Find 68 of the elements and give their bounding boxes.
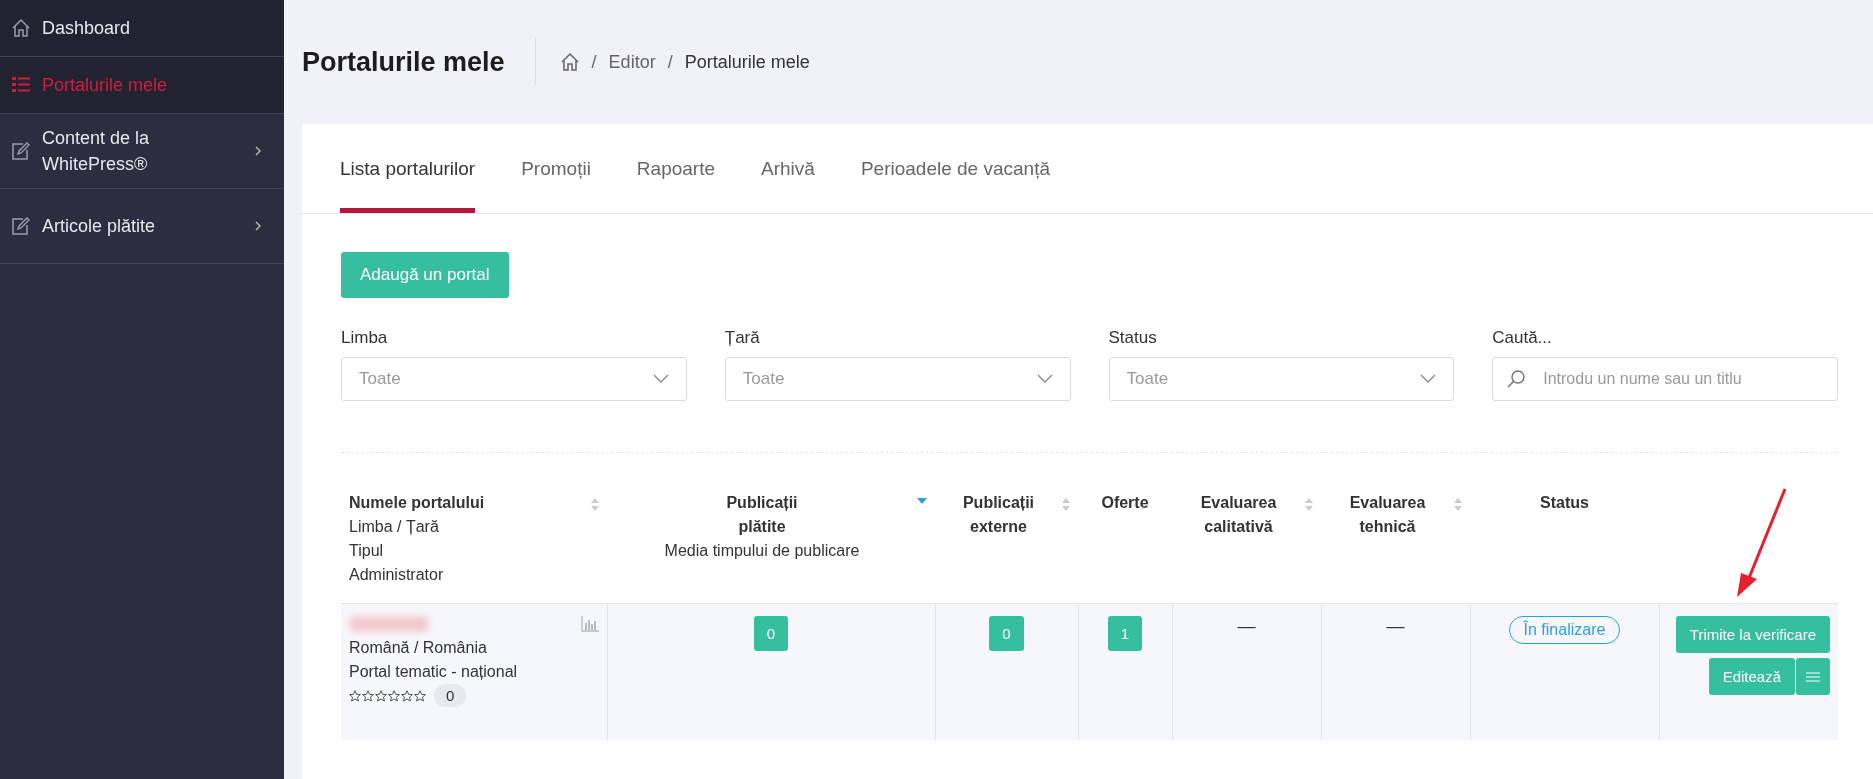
tab[interactable]: Perioadele de vacanță: [860, 124, 1050, 213]
home-icon[interactable]: [559, 52, 580, 72]
sort-icon[interactable]: [1305, 498, 1313, 511]
select-field[interactable]: Toate: [341, 357, 687, 401]
select-field[interactable]: Toate: [724, 357, 1071, 401]
sort-descending-icon[interactable]: [917, 498, 927, 504]
page-title: Portalurile mele: [302, 38, 536, 86]
edit-icon: [10, 215, 32, 237]
sort-icon[interactable]: [1454, 498, 1462, 511]
column-header: tehnică: [1358, 517, 1417, 537]
add-portal-button[interactable]: Adaugă un portal: [341, 252, 509, 298]
rating-count: 0: [434, 684, 467, 707]
chevron-down-icon: [1036, 374, 1053, 384]
column-header: Status: [1539, 493, 1590, 513]
breadcrumb-current: Portalurile mele: [684, 51, 810, 73]
edit-button[interactable]: Editează: [1708, 658, 1795, 695]
column-header: plătite: [737, 517, 787, 537]
filter-label: Status: [1108, 328, 1158, 348]
language-country: Română / România: [349, 638, 488, 658]
menu-icon: [1806, 671, 1820, 682]
chevron-down-icon: [1420, 374, 1437, 384]
empty-value: —: [1237, 616, 1256, 636]
search-field[interactable]: Introdu un nume sau un titlu: [1492, 357, 1838, 401]
sidebar-item[interactable]: Dashboard: [0, 0, 284, 57]
filter-label: Limba: [341, 328, 389, 348]
submit-for-review-button[interactable]: Trimite la verificare: [1675, 616, 1830, 653]
home-icon: [10, 17, 32, 39]
column-header: Oferte: [1100, 493, 1150, 513]
star-icon: [401, 689, 413, 702]
search-icon: [1506, 369, 1527, 389]
sidebar-item[interactable]: Portalurile mele: [0, 57, 284, 114]
star-icon: [362, 689, 374, 702]
tab[interactable]: Promoții: [521, 124, 591, 213]
column-header: externe: [969, 517, 1028, 537]
column-header: Limba / Țară: [349, 517, 440, 537]
column-header: Evaluarea: [1348, 493, 1427, 513]
tab[interactable]: Arhivă: [761, 124, 815, 213]
column-header: Administrator: [349, 565, 445, 585]
filter-label: Țară: [724, 328, 761, 348]
empty-value: —: [1386, 616, 1405, 636]
star-icon: [414, 689, 426, 702]
filter-label: Caută...: [1492, 328, 1553, 348]
star-icon: [375, 689, 387, 702]
edit-icon: [10, 140, 32, 162]
tab[interactable]: Rapoarte: [636, 124, 716, 213]
column-header: calitativă: [1203, 517, 1274, 537]
tab[interactable]: Lista portalurilor: [340, 124, 476, 213]
chevron-down-icon: [652, 374, 669, 384]
column-header: Numele portalului: [349, 493, 485, 513]
portal-type: Portal tematic - național: [349, 662, 519, 682]
select-field[interactable]: Toate: [1108, 357, 1455, 401]
column-header: Publicații: [961, 493, 1036, 513]
star-icon: [388, 689, 400, 702]
count-badge[interactable]: 0: [989, 616, 1024, 651]
breadcrumb-link[interactable]: Editor: [608, 51, 656, 73]
sort-icon[interactable]: [591, 498, 599, 511]
sort-icon[interactable]: [1062, 498, 1070, 511]
column-header: Media timpului de publicare: [663, 541, 861, 561]
breadcrumb-separator: /: [591, 51, 597, 73]
count-badge[interactable]: 0: [753, 616, 789, 651]
breadcrumb-separator: /: [667, 51, 673, 73]
column-header: Publicații: [725, 493, 799, 513]
star-icon: [349, 689, 361, 702]
column-header: Evaluarea: [1199, 493, 1278, 513]
bar-chart-icon: [580, 616, 599, 632]
count-badge[interactable]: 1: [1107, 616, 1143, 651]
menu-button[interactable]: [1796, 658, 1830, 695]
column-header: Tipul: [349, 541, 385, 561]
